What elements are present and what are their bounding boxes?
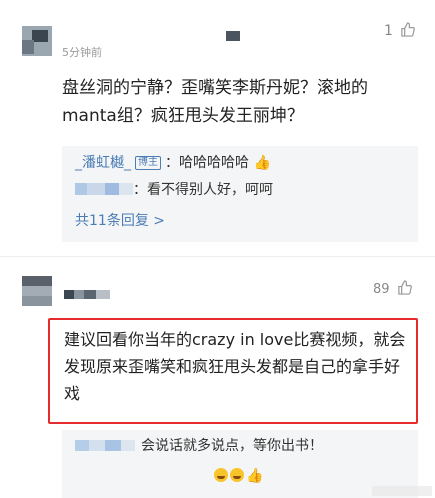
thumbs-up-icon [397,280,412,297]
reply-text: ：哈哈哈哈哈 [165,155,249,171]
like-count: 1 [384,23,393,39]
reply-username[interactable]: _潘虹樾_ [75,155,131,171]
reply-username-blurred[interactable] [75,440,135,451]
more-replies-link[interactable]: 共11条回复 > [75,210,165,230]
reply-item[interactable]: ：看不得别人好，呵呵 [75,180,273,200]
owner-badge: 博主 [135,156,161,170]
comment-timestamp: 5分钟前 [62,46,102,59]
reply-item[interactable]: _潘虹樾_ 博主 ：哈哈哈哈哈 👍 [75,153,271,173]
reply-emojis: 👍 [214,468,264,486]
avatar[interactable] [22,276,52,306]
laugh-emoji-icon [214,468,228,482]
username-blurred[interactable] [64,290,110,299]
laugh-emoji-icon [230,468,244,482]
like-button[interactable]: 89 [373,280,412,297]
comment-text: 盘丝洞的宁静？歪嘴笑李斯丹妮？滚地的manta组？疯狂甩头发王丽坤？ [62,78,368,126]
like-count: 89 [373,282,390,297]
divider [0,256,435,257]
username-blurred[interactable] [226,31,240,41]
reply-text: ：看不得别人好，呵呵 [133,182,273,198]
comment-text: 建议回看你当年的crazy in love比赛视频，就会发现原来歪嘴笑和疯狂甩头… [64,330,406,403]
watermark [372,486,432,496]
thumbs-up-icon [400,22,416,39]
avatar[interactable] [22,26,52,56]
thumbs-up-emoji-icon: 👍 [246,468,265,484]
reply-item[interactable]: 会说话就多说点，等你出书！ [75,436,323,456]
reply-username-blurred[interactable] [75,183,133,195]
thumbs-up-emoji-icon: 👍 [253,155,271,171]
reply-text: 会说话就多说点，等你出书！ [141,438,323,454]
like-button[interactable]: 1 [384,22,416,39]
